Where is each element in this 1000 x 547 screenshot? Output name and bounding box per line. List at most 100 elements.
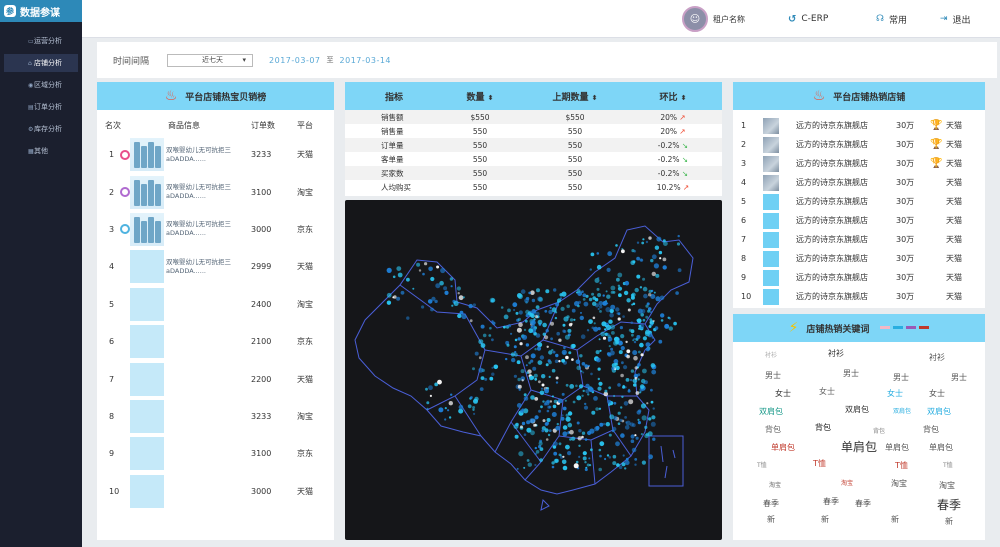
erp-link[interactable]: ↺ C-ERP <box>788 0 828 38</box>
keyword-tag[interactable]: 新 <box>821 514 829 525</box>
keyword-tag[interactable]: 淘宝 <box>891 478 907 489</box>
avatar[interactable]: ☺ <box>682 6 708 32</box>
shop-thumbnail[interactable] <box>763 269 779 286</box>
keyword-tag[interactable]: 新 <box>891 514 899 525</box>
keyword-tag[interactable]: 春季 <box>763 498 779 509</box>
logout-button[interactable]: ⇥ 退出 <box>940 0 971 38</box>
keyword-tag[interactable]: T恤 <box>813 458 826 469</box>
table-row[interactable]: 10 3000 天猫 <box>97 473 334 510</box>
product-thumbnail[interactable] <box>130 138 164 172</box>
table-row[interactable]: 6 2100 京东 <box>97 323 334 360</box>
keyword-tag[interactable]: 女士 <box>819 386 835 397</box>
col-prev[interactable]: 上期数量 ⬍ <box>525 90 625 103</box>
keyword-tag[interactable]: T恤 <box>943 460 953 469</box>
shop-thumbnail[interactable] <box>763 250 779 267</box>
table-row[interactable]: 10 远方的诗京东旗舰店 30万 天猫 <box>733 287 985 306</box>
col-value[interactable]: 数量 ⬍ <box>435 90 525 103</box>
sidebar-item[interactable]: ▦ 其他 <box>4 142 78 160</box>
shop-thumbnail[interactable] <box>763 231 779 248</box>
shop-thumbnail[interactable] <box>763 117 779 134</box>
shop-thumbnail[interactable] <box>763 193 779 210</box>
keyword-tag[interactable]: 新 <box>767 514 775 525</box>
table-row[interactable]: 3 双喉婴幼儿无可抗拒三aDADDA...... 3000 京东 <box>97 211 334 248</box>
keyword-tag[interactable]: 双肩包 <box>927 406 951 417</box>
app-logo[interactable]: 参 数据参谋 <box>0 0 82 22</box>
keyword-tag[interactable]: 双肩包 <box>845 404 869 415</box>
product-thumbnail[interactable] <box>130 437 164 471</box>
shop-thumbnail[interactable] <box>763 174 779 191</box>
keyword-tag[interactable]: 双肩包 <box>759 406 783 417</box>
keyword-tag[interactable]: 淘宝 <box>939 480 955 491</box>
table-row[interactable]: 6 远方的诗京东旗舰店 30万 天猫 <box>733 211 985 230</box>
china-heat-map[interactable] <box>345 200 722 540</box>
keyword-tag[interactable]: 双肩包 <box>893 406 911 415</box>
table-row[interactable]: 9 3100 京东 <box>97 435 334 472</box>
table-row[interactable]: 5 2400 淘宝 <box>97 286 334 323</box>
table-row[interactable]: 8 远方的诗京东旗舰店 30万 天猫 <box>733 249 985 268</box>
shop-thumbnail[interactable] <box>763 212 779 229</box>
keyword-tag[interactable]: 背包 <box>873 426 885 435</box>
sidebar-item[interactable]: ⌂ 店铺分析 <box>4 54 78 72</box>
product-thumbnail[interactable] <box>130 212 164 246</box>
keyword-tag[interactable]: 衬衫 <box>828 348 844 359</box>
shop-thumbnail[interactable] <box>763 155 779 172</box>
sidebar-item[interactable]: ▤ 订单分析 <box>4 98 78 116</box>
keyword-tag[interactable]: 淘宝 <box>769 480 781 489</box>
keyword-tag[interactable]: 男士 <box>843 368 859 379</box>
product-thumbnail[interactable] <box>130 250 164 284</box>
keyword-tag[interactable]: 背包 <box>815 422 831 433</box>
table-row[interactable]: 4 双喉婴幼儿无可抗拒三aDADDA...... 2999 天猫 <box>97 248 334 285</box>
keyword-tag[interactable]: 背包 <box>765 424 781 435</box>
product-thumbnail[interactable] <box>130 175 164 209</box>
keyword-tag[interactable]: 单肩包 <box>885 442 909 453</box>
table-row[interactable]: 7 远方的诗京东旗舰店 30万 天猫 <box>733 230 985 249</box>
sidebar-item[interactable]: ⚙ 库存分析 <box>4 120 78 138</box>
product-thumbnail[interactable] <box>130 362 164 396</box>
product-thumbnail[interactable] <box>130 325 164 359</box>
interval-select[interactable]: 近七天 ▾ <box>167 53 254 67</box>
keyword-tag[interactable]: 单肩包 <box>771 442 795 453</box>
keyword-tag[interactable]: 衬衫 <box>765 350 777 359</box>
keyword-tag[interactable]: 单肩包 <box>929 442 953 453</box>
table-row[interactable]: 8 3233 淘宝 <box>97 398 334 435</box>
keyword-tag[interactable]: 单肩包 <box>841 438 877 455</box>
heat-point <box>616 312 619 315</box>
product-thumbnail[interactable] <box>130 474 164 508</box>
table-row[interactable]: 2 远方的诗京东旗舰店 30万 🏆 天猫 <box>733 135 985 154</box>
table-row[interactable]: 9 远方的诗京东旗舰店 30万 天猫 <box>733 268 985 287</box>
table-row[interactable]: 4 远方的诗京东旗舰店 30万 天猫 <box>733 173 985 192</box>
keyword-tag[interactable]: 新 <box>945 516 953 527</box>
tenant-menu[interactable]: ☺ 租户名称 <box>682 0 745 38</box>
frequent-button[interactable]: ☊ 常用 <box>876 0 907 38</box>
heat-point <box>561 459 567 465</box>
sidebar-item[interactable]: ▭ 运营分析 <box>4 32 78 50</box>
shop-thumbnail[interactable] <box>763 288 779 305</box>
product-thumbnail[interactable] <box>130 399 164 433</box>
keyword-tag[interactable]: 女士 <box>775 388 791 399</box>
table-row[interactable]: 3 远方的诗京东旗舰店 30万 🏆 天猫 <box>733 154 985 173</box>
shop-thumbnail[interactable] <box>763 136 779 153</box>
keyword-tag[interactable]: 淘宝 <box>841 478 853 487</box>
date-from[interactable]: 2017-03-07 <box>269 56 321 65</box>
keyword-tag[interactable]: T恤 <box>895 460 908 471</box>
product-thumbnail[interactable] <box>130 287 164 321</box>
keyword-tag[interactable]: 男士 <box>765 370 781 381</box>
keyword-tag[interactable]: 男士 <box>951 372 967 383</box>
keyword-tag[interactable]: 衬衫 <box>929 352 945 363</box>
keyword-tag[interactable]: 女士 <box>929 388 945 399</box>
keyword-tag[interactable]: 男士 <box>893 372 909 383</box>
sidebar-item[interactable]: ◉ 区域分析 <box>4 76 78 94</box>
table-row[interactable]: 1 双喉婴幼儿无可抗拒三aDADDA...... 3233 天猫 <box>97 136 334 173</box>
table-row[interactable]: 1 远方的诗京东旗舰店 30万 🏆 天猫 <box>733 116 985 135</box>
keyword-tag[interactable]: 春季 <box>937 496 961 513</box>
table-row[interactable]: 2 双喉婴幼儿无可抗拒三aDADDA...... 3100 淘宝 <box>97 173 334 210</box>
keyword-tag[interactable]: 春季 <box>855 498 871 509</box>
table-row[interactable]: 5 远方的诗京东旗舰店 30万 天猫 <box>733 192 985 211</box>
keyword-tag[interactable]: 女士 <box>887 388 903 399</box>
keyword-tag[interactable]: 春季 <box>823 496 839 507</box>
col-ratio[interactable]: 环比 ⬍ <box>625 90 721 103</box>
table-row[interactable]: 7 2200 天猫 <box>97 360 334 397</box>
keyword-tag[interactable]: 背包 <box>923 424 939 435</box>
date-to[interactable]: 2017-03-14 <box>340 56 392 65</box>
keyword-tag[interactable]: T恤 <box>757 460 767 469</box>
